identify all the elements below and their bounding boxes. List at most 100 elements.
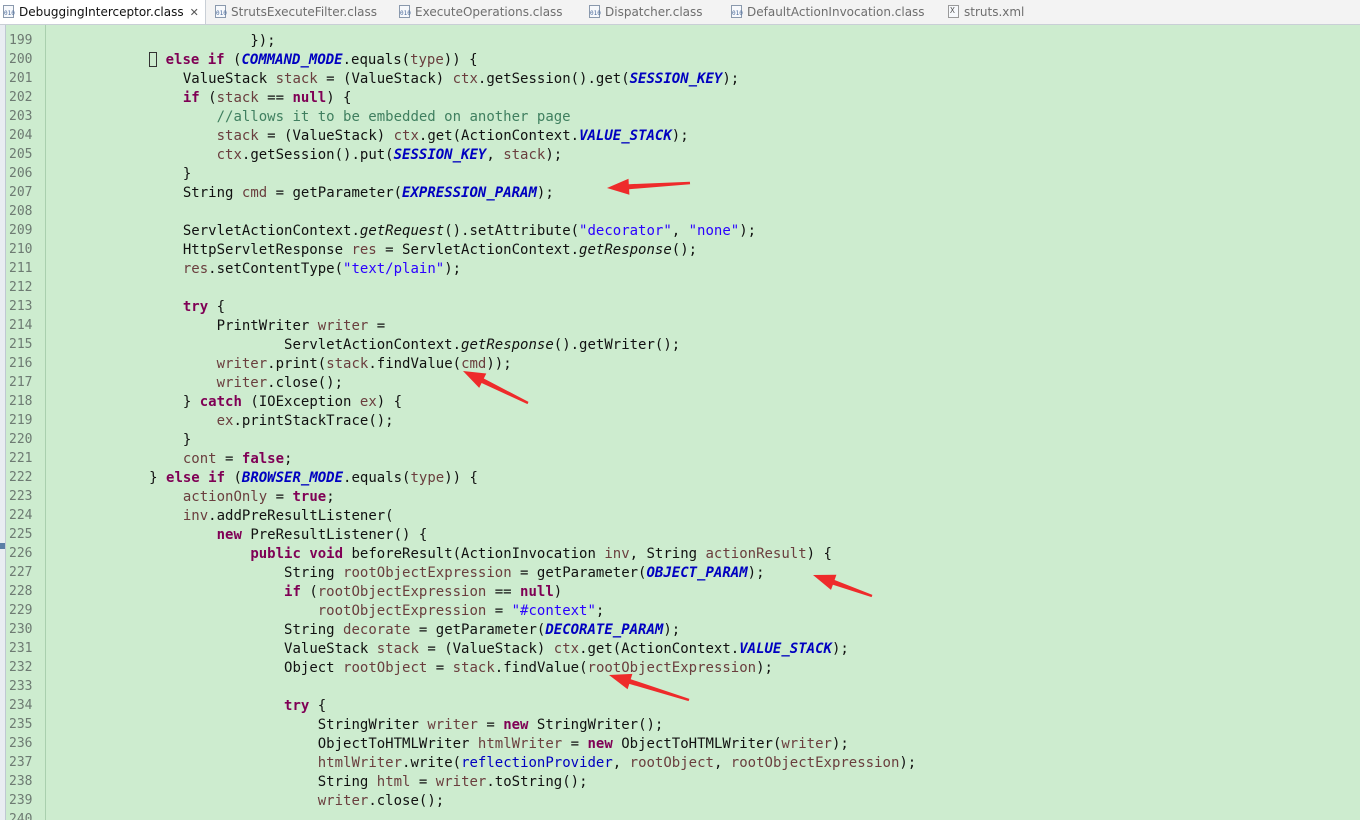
code-token: HttpServletResponse <box>182 242 352 258</box>
code-token: ().setAttribute( <box>444 223 580 239</box>
line-number: 218 <box>9 394 33 409</box>
code-line[interactable]: 205 ctx.getSession().put(SESSION_KEY, sta… <box>0 145 1360 164</box>
code-line[interactable]: 200 else if (COMMAND_MODE.equals(type)) … <box>0 50 1360 69</box>
editor-tab-label: DebuggingInterceptor.class <box>19 5 184 19</box>
code-line[interactable]: 206} <box>0 164 1360 183</box>
code-token: writer <box>781 736 832 752</box>
code-line[interactable]: 225 new PreResultListener() { <box>0 525 1360 544</box>
code-token: ; <box>326 489 335 505</box>
editor-tab[interactable]: Xstruts.xml <box>945 0 1024 24</box>
code-token: = <box>562 736 588 752</box>
code-token: ServletActionContext. <box>182 223 360 239</box>
code-text: public void beforeResult(ActionInvocatio… <box>48 545 832 563</box>
editor-tab[interactable]: 010 DebuggingInterceptor.class ✕ <box>0 0 206 24</box>
editor-tab-bar: 010 DebuggingInterceptor.class ✕ 010 StrutsE… <box>0 0 1360 25</box>
code-line[interactable]: 227 String rootObjectExpression = getPara… <box>0 563 1360 582</box>
code-token: = <box>477 717 504 733</box>
code-text: String rootObjectExpression = getParamet… <box>48 564 764 582</box>
line-number: 215 <box>9 337 33 352</box>
code-line[interactable]: 216 writer.print(stack.findValue(cmd)); <box>0 354 1360 373</box>
line-number: 228 <box>9 584 33 599</box>
code-line[interactable]: 208 <box>0 202 1360 221</box>
code-line[interactable]: 201 ValueStack stack = (ValueStack) ctx.g… <box>0 69 1360 88</box>
editor-tab-label: ExecuteOperations.class <box>415 5 563 19</box>
code-line[interactable]: 209 ServletActionContext.getRequest().set… <box>0 221 1360 240</box>
code-token: = <box>410 774 436 790</box>
code-line[interactable]: 211 res.setContentType("text/plain"); <box>0 259 1360 278</box>
editor-tab-label: Dispatcher.class <box>605 5 703 19</box>
code-token: rootObjectExpression <box>343 565 512 581</box>
code-token: type <box>410 52 444 68</box>
code-token: inv <box>604 546 630 562</box>
code-text: else if (COMMAND_MODE.equals(type)) { <box>48 51 478 69</box>
code-line[interactable]: 217 writer.close(); <box>0 373 1360 392</box>
code-line[interactable]: 240 <box>0 810 1360 820</box>
line-number: 227 <box>9 565 33 580</box>
class-file-icon: 010 <box>399 5 411 19</box>
code-line[interactable]: 229 rootObjectExpression = "#context"; <box>0 601 1360 620</box>
code-line[interactable]: 236 ObjectToHTMLWriter htmlWriter = new O… <box>0 734 1360 753</box>
code-token: ) { <box>326 90 352 106</box>
code-line[interactable]: 235 StringWriter writer = new StringWrite… <box>0 715 1360 734</box>
code-token: cont <box>182 451 217 467</box>
code-line[interactable]: 214 PrintWriter writer = <box>0 316 1360 335</box>
code-token: writer <box>427 717 478 733</box>
line-number: 226 <box>9 546 33 561</box>
code-text: HttpServletResponse res = ServletActionC… <box>48 241 697 259</box>
code-line[interactable]: 202 if (stack == null) { <box>0 88 1360 107</box>
code-line[interactable]: 210 HttpServletResponse res = ServletActi… <box>0 240 1360 259</box>
editor-tab[interactable]: 010 StrutsExecuteFilter.class <box>212 0 377 24</box>
code-line[interactable]: 226 public void beforeResult(ActionInvoca… <box>0 544 1360 563</box>
code-token: actionOnly <box>182 489 268 505</box>
code-line[interactable]: 220} <box>0 430 1360 449</box>
code-token: new <box>216 527 242 543</box>
code-line[interactable]: 199}); <box>0 31 1360 50</box>
code-token: new <box>587 736 613 752</box>
code-line[interactable]: 207 String cmd = getParameter(EXPRESSION_… <box>0 183 1360 202</box>
line-number: 223 <box>9 489 33 504</box>
code-token: ctx <box>553 641 580 657</box>
code-line[interactable]: 213 try { <box>0 297 1360 316</box>
code-line[interactable]: 237 htmlWriter.write(reflectionProvider, … <box>0 753 1360 772</box>
code-line[interactable]: 223 actionOnly = true; <box>0 487 1360 506</box>
code-line[interactable]: 212 <box>0 278 1360 297</box>
line-number: 203 <box>9 109 33 124</box>
editor-tab[interactable]: 010 Dispatcher.class <box>586 0 703 24</box>
class-file-icon: 010 <box>589 5 601 19</box>
editor-tab[interactable]: 010 DefaultActionInvocation.class <box>728 0 925 24</box>
editor-tab[interactable]: 010 ExecuteOperations.class <box>396 0 563 24</box>
code-text: ServletActionContext.getResponse().getWr… <box>48 336 680 354</box>
code-line[interactable]: 239 writer.close(); <box>0 791 1360 810</box>
code-line[interactable]: 224 inv.addPreResultListener( <box>0 506 1360 525</box>
code-line[interactable]: 234 try { <box>0 696 1360 715</box>
code-line[interactable]: 232 Object rootObject = stack.findValue(r… <box>0 658 1360 677</box>
code-token: ); <box>444 261 462 277</box>
code-line[interactable]: 218} catch (IOException ex) { <box>0 392 1360 411</box>
code-token: stack <box>326 356 369 372</box>
code-text: } else if (BROWSER_MODE.equals(type)) { <box>48 469 478 487</box>
code-line[interactable]: 233 <box>0 677 1360 696</box>
code-line[interactable]: 219 ex.printStackTrace(); <box>0 411 1360 430</box>
code-token: , String <box>629 546 706 562</box>
code-token: = <box>267 489 293 505</box>
code-line[interactable]: 238 String html = writer.toString(); <box>0 772 1360 791</box>
code-line[interactable]: 231 ValueStack stack = (ValueStack) ctx.g… <box>0 639 1360 658</box>
code-line[interactable]: 222} else if (BROWSER_MODE.equals(type))… <box>0 468 1360 487</box>
code-line[interactable]: 215 ServletActionContext.getResponse().ge… <box>0 335 1360 354</box>
code-token: null <box>292 90 327 106</box>
line-number: 216 <box>9 356 33 371</box>
code-token: rootObject <box>629 755 714 771</box>
code-line[interactable]: 204 stack = (ValueStack) ctx.get(ActionCo… <box>0 126 1360 145</box>
code-token: (); <box>671 242 698 258</box>
code-line[interactable]: 230 String decorate = getParameter(DECORA… <box>0 620 1360 639</box>
code-token: writer <box>317 318 369 334</box>
close-tab-icon[interactable]: ✕ <box>190 6 199 19</box>
code-text: new PreResultListener() { <box>48 526 428 544</box>
code-editor[interactable]: 199}); 200 else if (COMMAND_MODE.equals(t… <box>0 25 1360 820</box>
code-line[interactable]: 228 if (rootObjectExpression == null) <box>0 582 1360 601</box>
code-line[interactable]: 221 cont = false; <box>0 449 1360 468</box>
code-token: ValueStack <box>182 71 276 87</box>
code-text: actionOnly = true; <box>48 488 335 506</box>
code-text: PrintWriter writer = <box>48 317 386 335</box>
code-line[interactable]: 203 //allows it to be embedded on another… <box>0 107 1360 126</box>
